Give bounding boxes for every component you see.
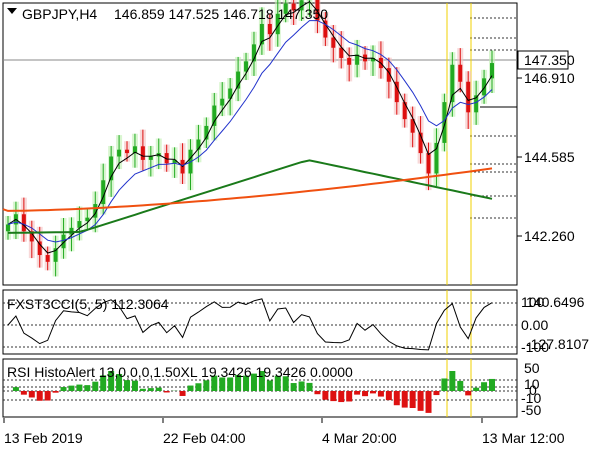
time-label-4: 13 Mar 12:00 [482,430,565,446]
candle-body [140,146,145,160]
rsi-label: RSI HistoAlert 13,0,0,0,1.50XL 19.3426 1… [7,364,353,380]
candle-body [212,105,217,126]
price-label-2: 144.585 [524,149,575,165]
candle-body [426,153,431,174]
candle-body [125,149,130,154]
candle-body [347,57,352,65]
cci-label: FXST3CCI(5, 5) 112.3064 [7,296,169,312]
current-price-label: 147.350 [524,52,575,68]
chart-header: GBPJPY,H4 146.859 147.525 146.718 147.35… [7,6,328,22]
candle-body [267,23,272,35]
candle-body [442,102,447,143]
candle-body [220,98,225,106]
ohlc-values: 146.859 147.525 146.718 147.350 [114,6,328,22]
time-label-1: 13 Feb 2019 [4,430,83,446]
candle-body [331,37,336,48]
price-label-3: 142.260 [524,228,575,244]
cci-axis-max: 140.6496 [526,294,585,310]
cci-axis-min: -127.8107 [526,336,589,352]
time-label-2: 22 Feb 04:00 [163,430,246,446]
candle-body [323,20,328,38]
candle-body [45,255,50,262]
candle-body [148,156,153,160]
symbol-label: GBPJPY,H4 [22,6,97,22]
cci-axis-zero: 0.00 [521,317,548,333]
price-label-1: 146.910 [524,70,575,86]
candle-body [458,64,463,82]
candle-body [117,149,122,157]
candle-body [402,102,407,120]
chart-canvas[interactable]: GBPJPY,H4 146.859 147.525 146.718 147.35… [0,0,600,450]
candle-body [466,81,471,113]
rsi-axis-50: 50 [524,360,540,376]
candle-body [21,214,26,232]
time-label-3: 4 Mar 20:00 [322,430,397,446]
rsi-axis-minus50: -50 [521,402,541,418]
candle-body [6,224,10,232]
